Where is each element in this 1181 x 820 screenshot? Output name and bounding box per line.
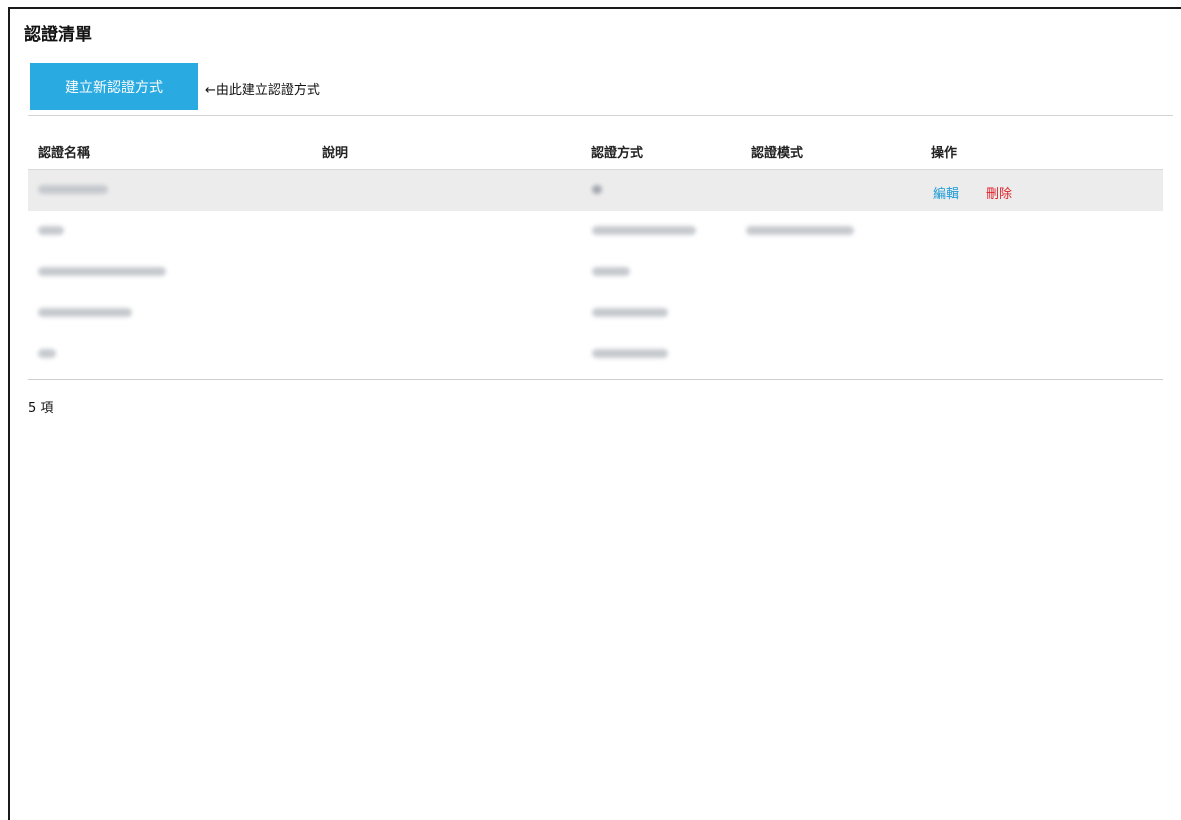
blurred-method-cell [592,226,696,235]
blurred-method-cell [592,349,668,358]
table-row[interactable] [28,252,1163,293]
item-count: 5 項 [28,401,54,416]
create-hint-text: ←由此建立認證方式 [205,83,320,98]
blurred-name-cell [38,226,64,235]
column-header-name: 認證名稱 [38,146,91,161]
column-header-description: 說明 [322,146,349,161]
table-bottom-divider [28,379,1163,380]
blurred-method-cell [592,267,630,276]
blurred-name-cell [38,349,56,358]
blurred-method-cell [592,308,668,317]
table-row[interactable] [28,334,1163,375]
table-row[interactable] [28,211,1163,252]
table-row[interactable] [28,293,1163,334]
create-auth-method-button[interactable]: 建立新認證方式 [30,63,198,110]
column-header-auth-mode: 認證模式 [751,146,804,161]
edit-link[interactable]: 編輯 [933,183,959,202]
blurred-mode-cell [746,226,854,235]
page-title: 認證清單 [24,25,92,45]
blurred-name-cell [38,308,132,317]
blurred-name-cell [38,185,108,194]
column-header-auth-method: 認證方式 [591,146,644,161]
table-row[interactable]: 編輯 刪除 [28,170,1163,211]
blurred-method-cell [592,185,602,194]
delete-link[interactable]: 刪除 [986,183,1012,202]
column-header-actions: 操作 [931,146,958,161]
blurred-name-cell [38,267,166,276]
table-header: 認證名稱 說明 認證方式 認證模式 操作 [28,116,1163,170]
